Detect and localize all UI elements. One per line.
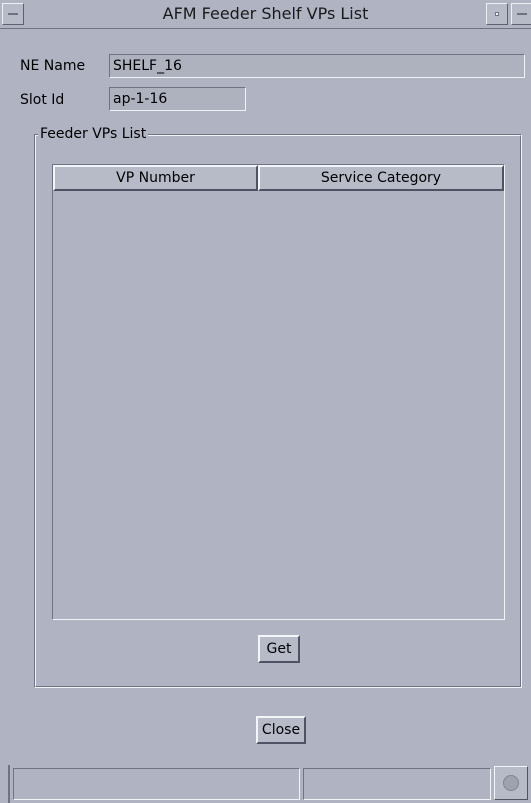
ne-name-field[interactable]: SHELF_16: [109, 54, 525, 78]
minimize-icon: [495, 12, 499, 16]
slot-id-field[interactable]: ap-1-16: [109, 87, 246, 111]
maximize-button[interactable]: [511, 3, 531, 25]
feeder-vps-table[interactable]: [52, 164, 505, 620]
status-bar-divider: [8, 765, 10, 803]
feeder-vps-group-label: Feeder VPs List: [38, 125, 149, 143]
status-indicator: [494, 766, 528, 800]
column-header-service-category[interactable]: Service Category: [258, 165, 504, 191]
status-indicator-icon: [503, 775, 519, 791]
column-header-vp-number[interactable]: VP Number: [53, 165, 258, 191]
status-bar-cell-primary: [13, 768, 300, 800]
maximize-icon: [517, 13, 527, 15]
minimize-button[interactable]: [486, 3, 508, 25]
close-button[interactable]: Close: [256, 716, 306, 744]
ne-name-label: NE Name: [20, 58, 86, 74]
window-title: AFM Feeder Shelf VPs List: [162, 4, 369, 23]
get-button[interactable]: Get: [258, 635, 300, 663]
slot-id-label: Slot Id: [20, 92, 65, 108]
status-bar-cell-secondary: [303, 768, 491, 800]
